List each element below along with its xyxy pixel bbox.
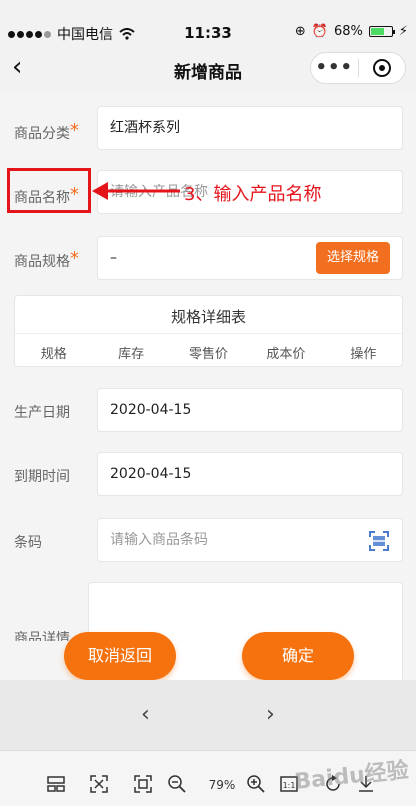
spec-table-header: 规格 库存 零售价 成本价 操作 — [15, 343, 402, 362]
spec-label-text: 商品规格 — [14, 254, 70, 270]
col-retail-price: 零售价 — [189, 347, 229, 362]
barcode-input[interactable]: 请输入商品条码 — [97, 518, 403, 562]
mini-program-capsule: ••• — [310, 52, 406, 84]
annotation-text: 3、输入产品名称 — [184, 184, 322, 205]
cancel-button[interactable]: 取消返回 — [64, 632, 176, 680]
fullscreen-icon[interactable] — [133, 774, 153, 794]
prev-page-icon[interactable]: ‹ — [141, 702, 150, 727]
spec-field[interactable]: – 选择规格 — [97, 236, 403, 280]
charging-icon: ⚡ — [398, 24, 408, 39]
category-label-text: 商品分类 — [14, 126, 70, 142]
status-right: ⊕ ⏰ 68% ⚡ — [295, 24, 408, 39]
zoom-in-icon[interactable] — [246, 774, 266, 794]
expiry-date-label: 到期时间 — [14, 469, 70, 485]
table-divider — [15, 333, 402, 334]
production-date-field[interactable]: 2020-04-15 — [97, 388, 403, 432]
col-spec: 规格 — [40, 347, 67, 362]
rotation-lock-icon: ⊕ — [294, 24, 306, 39]
category-label: 商品分类* — [14, 120, 79, 143]
barcode-placeholder: 请输入商品条码 — [110, 532, 208, 548]
next-page-icon[interactable]: › — [266, 702, 275, 727]
spec-label: 商品规格* — [14, 248, 79, 271]
battery-percent: 68% — [333, 24, 363, 39]
scan-icon[interactable] — [368, 530, 390, 552]
spec-detail-table: 规格详细表 规格 库存 零售价 成本价 操作 — [14, 295, 403, 367]
target-icon — [372, 59, 391, 77]
col-stock: 库存 — [118, 347, 145, 362]
battery-icon — [368, 26, 395, 37]
annotation-highlight-box — [7, 168, 91, 213]
fit-screen-icon[interactable] — [89, 774, 109, 794]
nav-bar: ‹ 新增商品 ••• — [0, 46, 416, 90]
barcode-label: 条码 — [14, 535, 42, 551]
thumbnails-icon[interactable] — [46, 774, 66, 794]
required-star: * — [70, 248, 79, 269]
confirm-button[interactable]: 确定 — [242, 632, 354, 680]
choose-spec-button[interactable]: 选择规格 — [316, 242, 390, 274]
spec-value: – — [110, 250, 117, 266]
zoom-out-icon[interactable] — [167, 774, 187, 794]
alarm-icon: ⏰ — [311, 24, 328, 39]
status-bar: 中国电信 11:33 ⊕ ⏰ 68% ⚡ — [0, 0, 416, 46]
spec-table-title: 规格详细表 — [170, 308, 246, 326]
zoom-level: 79% — [208, 778, 236, 792]
annotation-arrow-icon — [92, 182, 180, 200]
col-action: 操作 — [350, 347, 377, 362]
production-date-label: 生产日期 — [14, 405, 70, 421]
close-target-button[interactable] — [359, 59, 406, 77]
svg-text:1:1: 1:1 — [283, 781, 296, 790]
viewer-page-bar: ‹ › — [0, 680, 416, 750]
expiry-date-field[interactable]: 2020-04-15 — [97, 452, 403, 496]
required-star: * — [70, 120, 79, 141]
col-cost-price: 成本价 — [266, 347, 306, 362]
detail-label: 商品详情 — [14, 631, 70, 647]
more-dots-icon[interactable]: ••• — [311, 59, 358, 77]
category-field[interactable]: 红酒杯系列 — [97, 106, 403, 150]
